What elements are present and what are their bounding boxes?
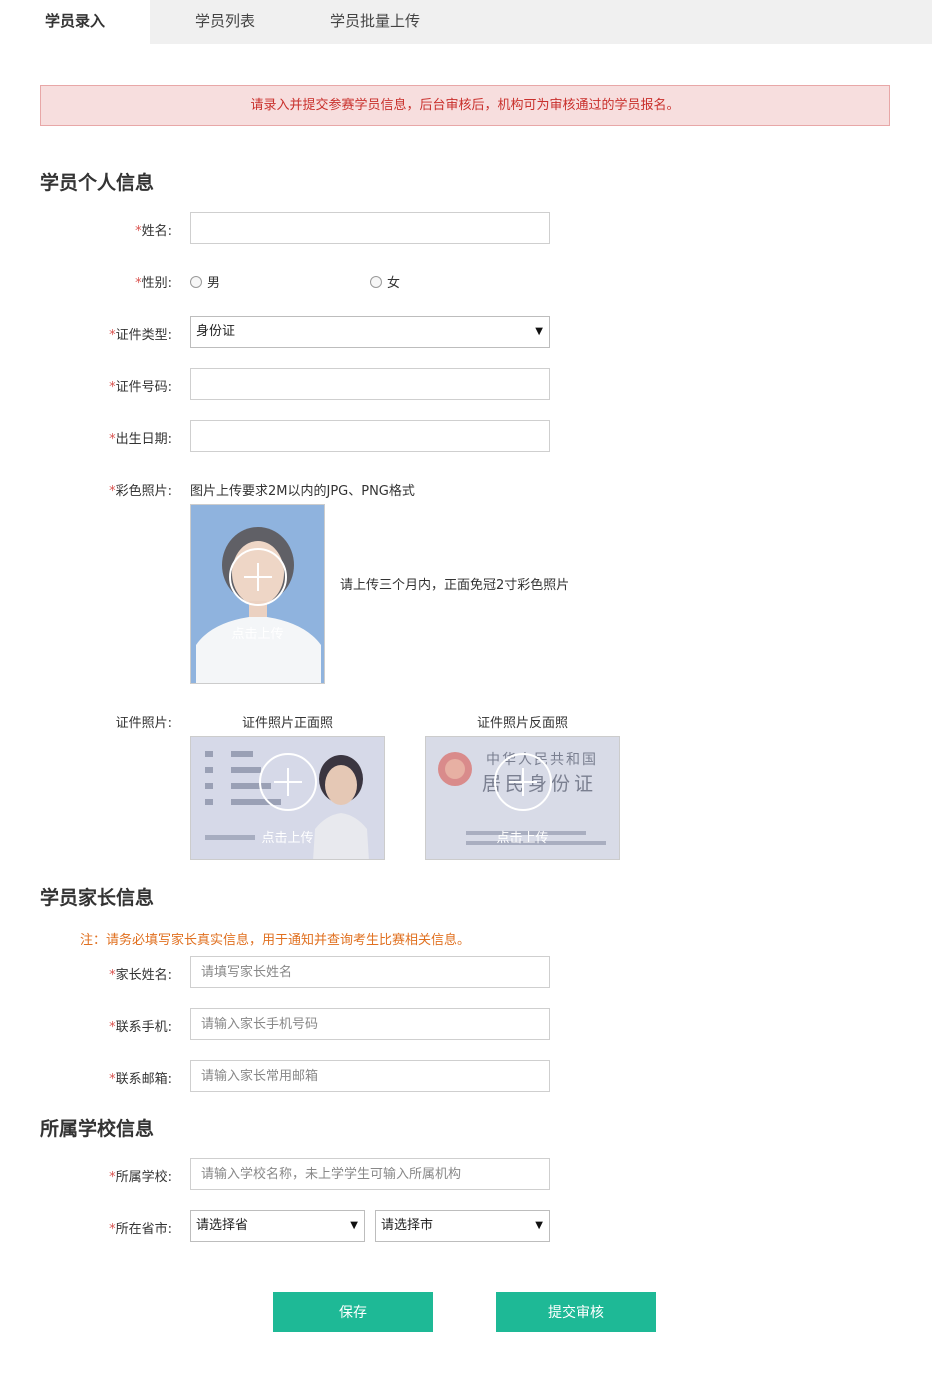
caret-down-icon: ▼ [350,1220,358,1231]
plus-circle-icon [259,753,317,811]
plus-circle-icon [229,548,287,606]
upload-text: 点击上传 [261,831,314,846]
gender-label: *性别: [135,276,172,291]
radio-icon [370,275,382,288]
photo-requirement: 图片上传要求2M以内的JPG、PNG格式 [190,484,415,499]
name-label: *姓名: [135,224,172,239]
upload-text: 点击上传 [496,831,549,846]
province-select[interactable]: 请选择省 ▼ [190,1210,365,1242]
section-title-personal: 学员个人信息 [40,172,155,194]
idtype-label: *证件类型: [109,328,172,343]
photo-hint: 请上传三个月内，正面免冠2寸彩色照片 [340,578,570,593]
city-select-value: 请选择市 [381,1218,434,1233]
parent-email-input[interactable] [190,1060,550,1092]
idnum-input[interactable] [190,368,550,400]
parent-phone-label: *联系手机: [109,1020,172,1035]
parent-phone-input[interactable] [190,1008,550,1040]
idphoto-back-upload-box[interactable]: 中华人民共和国 居民身份证 点击上传 [425,736,620,860]
birth-date-input[interactable] [190,420,550,452]
idphoto-label: 证件照片: [115,716,172,731]
photo-upload-box[interactable]: 点击上传 [190,504,325,684]
school-label: *所属学校: [109,1170,172,1185]
parent-email-label: *联系邮箱: [109,1072,172,1087]
section-title-school: 所属学校信息 [40,1118,155,1140]
region-label: *所在省市: [109,1222,172,1237]
caret-down-icon: ▼ [535,326,543,337]
gender-radio-male[interactable]: 男 [190,272,220,291]
radio-icon [190,275,202,288]
name-input[interactable] [190,212,550,244]
parent-name-label: *家长姓名: [109,968,172,983]
city-select[interactable]: 请选择市 ▼ [375,1210,550,1242]
school-input[interactable] [190,1158,550,1190]
idphoto-front-upload-box[interactable]: 点击上传 [190,736,385,860]
province-select-value: 请选择省 [196,1218,249,1233]
upload-text: 点击上传 [231,627,284,642]
idphoto-back-label: 证件照片反面照 [476,716,568,731]
photo-label: *彩色照片: [109,484,172,499]
idnum-label: *证件号码: [109,380,172,395]
parent-note: 注：请务必填写家长真实信息，用于通知并查询考生比赛相关信息。 [80,933,471,948]
idtype-select[interactable]: 身份证 ▼ [190,316,550,348]
tab-batch-upload[interactable]: 学员批量上传 [300,0,450,44]
tab-bar: 学员录入 学员列表 学员批量上传 [0,0,932,44]
gender-radio-female[interactable]: 女 [370,272,400,291]
plus-circle-icon [494,753,552,811]
save-button[interactable]: 保存 [273,1292,433,1332]
notice-banner: 请录入并提交参赛学员信息，后台审核后，机构可为审核通过的学员报名。 [40,85,890,126]
section-title-parent: 学员家长信息 [40,887,155,909]
tab-student-list[interactable]: 学员列表 [150,0,300,44]
submit-review-button[interactable]: 提交审核 [496,1292,656,1332]
tab-student-entry[interactable]: 学员录入 [0,0,150,44]
birth-label: *出生日期: [109,432,172,447]
idphoto-front-label: 证件照片正面照 [241,716,333,731]
parent-name-input[interactable] [190,956,550,988]
caret-down-icon: ▼ [535,1220,543,1231]
idtype-select-value: 身份证 [196,324,236,339]
